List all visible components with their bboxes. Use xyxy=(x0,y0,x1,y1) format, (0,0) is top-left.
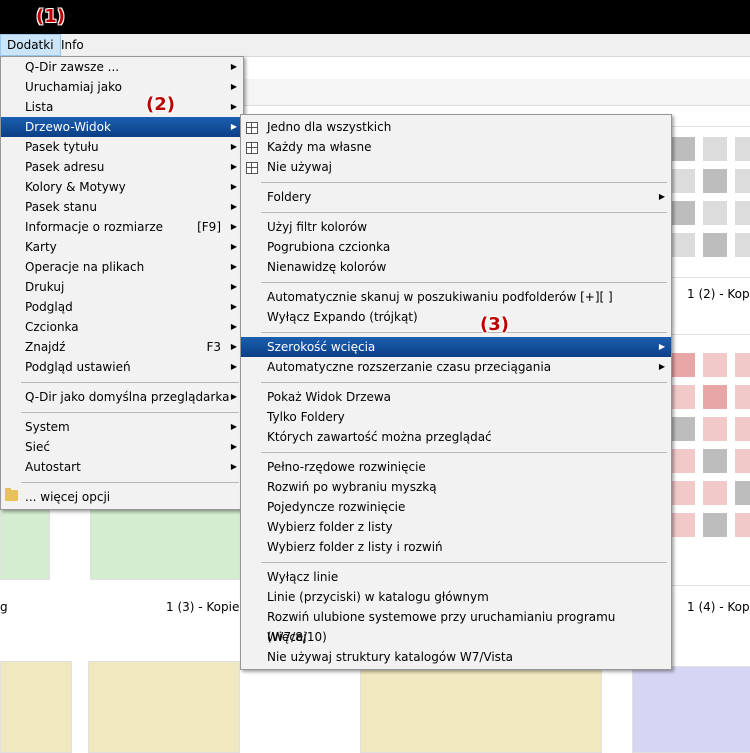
menu-item-lista[interactable]: Lista ▶ xyxy=(1,97,243,117)
thumbnail[interactable] xyxy=(0,661,72,753)
submenu-item-wylacz-expando[interactable]: Wyłącz Expando (trójkąt) xyxy=(241,307,671,327)
menu-item-autostart[interactable]: Autostart ▶ xyxy=(1,457,243,477)
submenu-item-foldery[interactable]: Foldery ▶ xyxy=(241,187,671,207)
thumbnail[interactable] xyxy=(88,661,240,753)
thumbnail[interactable] xyxy=(90,506,242,580)
grid-icon xyxy=(246,142,258,154)
menu-item-domyslna-przegladarka[interactable]: Q-Dir jako domyślna przeglądarka ▶ xyxy=(1,387,243,407)
menu-separator xyxy=(261,382,667,383)
thumbnail[interactable] xyxy=(632,666,750,753)
submenu-item-linie-katalog-glowny[interactable]: Linie (przyciski) w katalogu głównym xyxy=(241,587,671,607)
submenu-item-rozwin-myszka[interactable]: Rozwiń po wybraniu myszką xyxy=(241,477,671,497)
menu-item-znajdz[interactable]: Znajdź F3 ▶ xyxy=(1,337,243,357)
menu-item-pasek-stanu[interactable]: Pasek stanu ▶ xyxy=(1,197,243,217)
callout-3: (3) xyxy=(480,314,509,335)
submenu-item-pokaz-widok-drzewa[interactable]: Pokaż Widok Drzewa xyxy=(241,387,671,407)
menu-item-uruchamiaj-jako[interactable]: Uruchamiaj jako ▶ xyxy=(1,77,243,97)
menu-separator xyxy=(21,412,239,413)
submenu-item-tylko-foldery[interactable]: Tylko Foldery xyxy=(241,407,671,427)
thumbnail[interactable] xyxy=(0,506,50,580)
menu-info[interactable]: Info xyxy=(55,34,90,56)
submenu-item-rozszerzanie-przeciagania[interactable]: Automatyczne rozszerzanie czasu przeciąg… xyxy=(241,357,671,377)
menu-item-q-dir-zawsze[interactable]: Q-Dir zawsze ... ▶ xyxy=(1,57,243,77)
submenu-item-nie-uzywaj[interactable]: Nie używaj xyxy=(241,157,671,177)
submenu-item-rozwin-ulubione[interactable]: Rozwiń ulubione systemowe przy uruchamia… xyxy=(241,607,671,644)
submenu-item-nienawidze-kolorow[interactable]: Nienawidzę kolorów xyxy=(241,257,671,277)
submenu-item-wylacz-linie[interactable]: Wyłącz linie xyxy=(241,567,671,587)
submenu-item-kazdy-ma-wlasne[interactable]: Każdy ma własne xyxy=(241,137,671,157)
file-caption: g xyxy=(0,600,8,614)
menu-item-podglad-ustawien[interactable]: Podgląd ustawień ▶ xyxy=(1,357,243,377)
window-top-bar xyxy=(0,0,750,34)
submenu-item-pelno-rzedowe[interactable]: Pełno-rzędowe rozwinięcie xyxy=(241,457,671,477)
grid-icon xyxy=(246,162,258,174)
grid-icon xyxy=(246,122,258,134)
menu-item-podglad[interactable]: Podgląd ▶ xyxy=(1,297,243,317)
menu-separator xyxy=(261,212,667,213)
address-bar[interactable] xyxy=(240,57,750,80)
submenu-item-filtr-kolorow[interactable]: Użyj filtr kolorów xyxy=(241,217,671,237)
submenu-item-pojedyncze-rozwiniecie[interactable]: Pojedyncze rozwinięcie xyxy=(241,497,671,517)
menu-separator xyxy=(261,282,667,283)
menu-separator xyxy=(261,182,667,183)
menu-separator xyxy=(21,382,239,383)
submenu-item-zawartosc-przegladac[interactable]: Których zawartość można przeglądać xyxy=(241,427,671,447)
menu-item-siec[interactable]: Sieć ▶ xyxy=(1,437,243,457)
callout-1: (1) xyxy=(36,6,65,27)
submenu-item-nie-uzywaj-struktury[interactable]: Nie używaj struktury katalogów W7/Vista xyxy=(241,647,671,667)
submenu-item-automatycznie-skanuj[interactable]: Automatycznie skanuj w poszukiwaniu podf… xyxy=(241,287,671,307)
menu-item-wiecej-opcji[interactable]: ... więcej opcji xyxy=(1,487,243,507)
menu-item-drzewo-widok[interactable]: Drzewo-Widok ▶ xyxy=(1,117,243,137)
menu-item-kolory-motywy[interactable]: Kolory & Motywy ▶ xyxy=(1,177,243,197)
menu-separator xyxy=(261,562,667,563)
file-caption: 1 (3) - Kopie.p xyxy=(166,600,251,614)
submenu-item-wiecej[interactable]: Więcej xyxy=(241,627,671,647)
menu-item-karty[interactable]: Karty ▶ xyxy=(1,237,243,257)
callout-2: (2) xyxy=(146,94,175,115)
file-caption: 1 (2) - Kopie xyxy=(687,287,750,301)
drzewo-widok-submenu: Jedno dla wszystkich Każdy ma własne Nie… xyxy=(240,114,672,670)
submenu-item-wybierz-folder[interactable]: Wybierz folder z listy xyxy=(241,517,671,537)
menu-dodatki[interactable]: Dodatki xyxy=(0,34,61,56)
menu-separator xyxy=(261,332,667,333)
menu-item-pasek-tytulu[interactable]: Pasek tytułu ▶ xyxy=(1,137,243,157)
menu-separator xyxy=(21,482,239,483)
submenu-item-wybierz-folder-rozwin[interactable]: Wybierz folder z listy i rozwiń xyxy=(241,537,671,557)
menu-item-czcionka[interactable]: Czcionka ▶ xyxy=(1,317,243,337)
menu-item-pasek-adresu[interactable]: Pasek adresu ▶ xyxy=(1,157,243,177)
submenu-item-szerokosc-wciecia[interactable]: Szerokość wcięcia ▶ xyxy=(241,337,671,357)
menu-bar: Dodatki Info xyxy=(0,34,750,57)
menu-item-informacje-o-rozmiarze[interactable]: Informacje o rozmiarze [F9] ▶ xyxy=(1,217,243,237)
menu-item-operacje-na-plikach[interactable]: Operacje na plikach ▶ xyxy=(1,257,243,277)
menu-item-drukuj[interactable]: Drukuj ▶ xyxy=(1,277,243,297)
menu-separator xyxy=(261,452,667,453)
dodatki-menu: Q-Dir zawsze ... ▶ Uruchamiaj jako ▶ Lista… xyxy=(0,56,244,510)
file-caption: 1 (4) - Kopie xyxy=(687,600,750,614)
folder-icon xyxy=(5,488,18,501)
thumbnail[interactable] xyxy=(360,666,602,753)
submenu-item-jedno-dla-wszystkich[interactable]: Jedno dla wszystkich xyxy=(241,117,671,137)
submenu-item-pogrubiona-czcionka[interactable]: Pogrubiona czcionka xyxy=(241,237,671,257)
menu-item-system[interactable]: System ▶ xyxy=(1,417,243,437)
toolbar-row xyxy=(240,79,750,106)
